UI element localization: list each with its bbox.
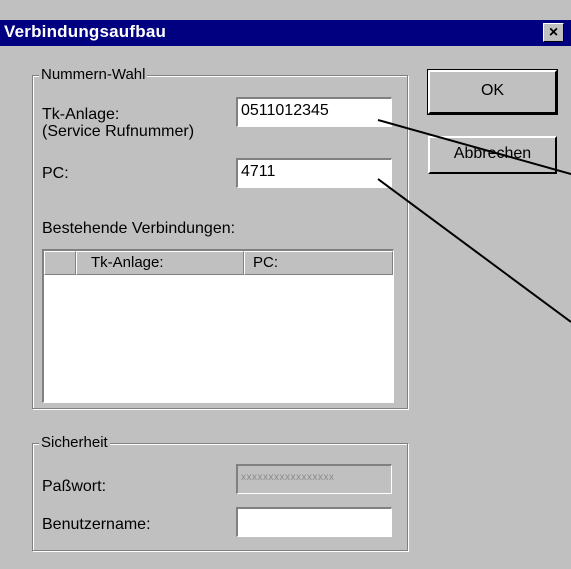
dialog-window: Verbindungsaufbau × Nummern-Wahl Tk-Anla… — [0, 0, 571, 569]
annotation-line-tk — [377, 119, 571, 175]
annotation-line-pc — [377, 178, 571, 323]
annotation-lines — [377, 119, 571, 323]
